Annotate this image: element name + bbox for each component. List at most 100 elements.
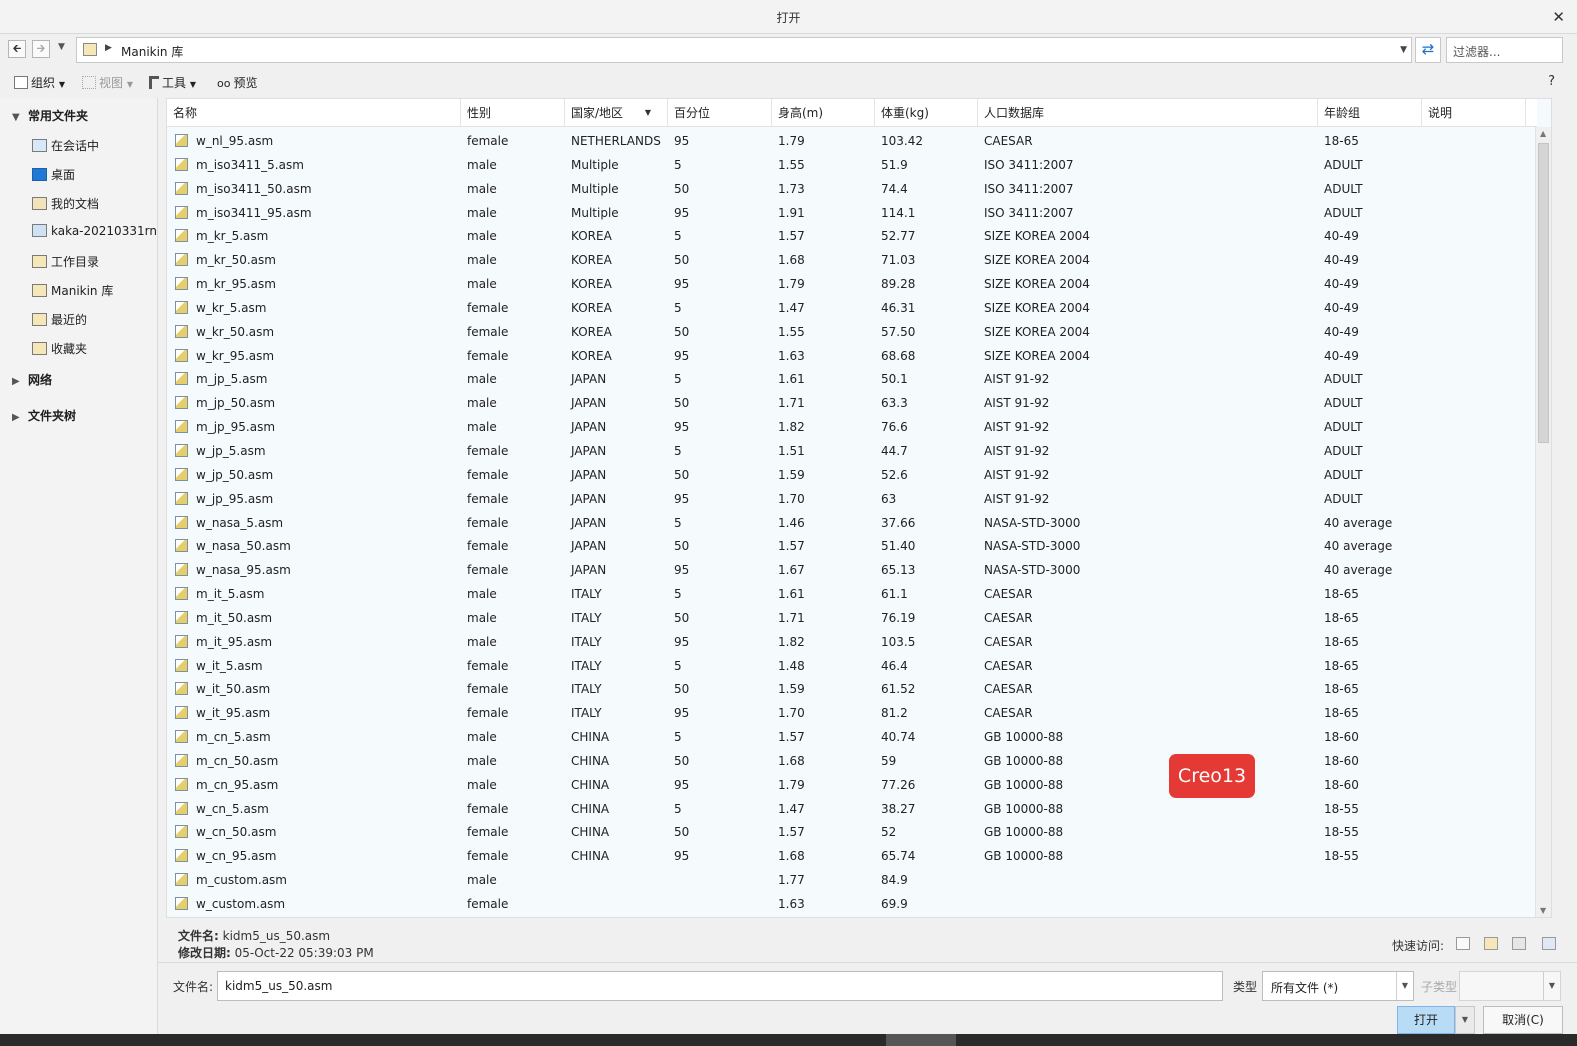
subtype-select[interactable]: ▼: [1459, 971, 1561, 1001]
sidebar-item-recent[interactable]: 最近的: [32, 311, 87, 331]
column-header-height[interactable]: 身高(m): [772, 99, 875, 127]
sidebar-item-computer[interactable]: kaka-20210331rn: [32, 224, 157, 244]
table-row[interactable]: m_it_95.asm male ITALY 95 1.82 103.5 CAESAR 18-…: [167, 631, 1537, 655]
table-row[interactable]: w_jp_50.asm female JAPAN 50 1.59 52.6 AIST 91-…: [167, 464, 1537, 488]
table-row[interactable]: w_kr_5.asm female KOREA 5 1.47 46.31 SIZE KORE…: [167, 297, 1537, 321]
column-header-description[interactable]: 说明: [1422, 99, 1526, 127]
refresh-icon[interactable]: ⇄: [1415, 37, 1441, 63]
table-row[interactable]: m_kr_95.asm male KOREA 95 1.79 89.28 SIZE KORE…: [167, 273, 1537, 297]
table-row[interactable]: w_jp_95.asm female JAPAN 95 1.70 63 AIST 91-92…: [167, 488, 1537, 512]
table-row[interactable]: w_nl_95.asm female NETHERLANDS 95 1.79 103.42…: [167, 130, 1537, 154]
cell-text: w_it_50.asm: [196, 682, 271, 697]
table-row[interactable]: m_iso3411_50.asm male Multiple 50 1.73 74.4 IS…: [167, 178, 1537, 202]
quick-access-image-icon[interactable]: [1512, 937, 1526, 950]
table-row[interactable]: w_nasa_50.asm female JAPAN 50 1.57 51.40 NASA-…: [167, 535, 1537, 559]
organize-button[interactable]: 组织 ▼: [14, 74, 65, 91]
cell-country: Multiple: [565, 154, 668, 178]
column-header-percentile[interactable]: 百分位: [668, 99, 772, 127]
table-row[interactable]: w_jp_5.asm female JAPAN 5 1.51 44.7 AIST 91-92…: [167, 440, 1537, 464]
open-options-dropdown-icon[interactable]: ▼: [1455, 1006, 1475, 1034]
table-row[interactable]: m_it_50.asm male ITALY 50 1.71 76.19 CAESAR 18-…: [167, 607, 1537, 631]
column-header-population-db[interactable]: 人口数据库: [978, 99, 1318, 127]
column-header-name[interactable]: 名称: [167, 99, 461, 127]
column-header-age-group[interactable]: 年龄组: [1318, 99, 1422, 127]
view-button[interactable]: 视图 ▼: [82, 74, 133, 91]
table-row[interactable]: w_nasa_95.asm female JAPAN 95 1.67 65.13 NASA-…: [167, 559, 1537, 583]
table-row[interactable]: m_custom.asm male 1.77 84.9: [167, 869, 1537, 893]
cell-population-db: ISO 3411:2007: [978, 178, 1318, 202]
scroll-down-icon[interactable]: ▼: [1540, 906, 1546, 915]
sidebar-item-working-dir[interactable]: 工作目录: [32, 253, 99, 273]
breadcrumb-separator-icon[interactable]: ▶: [105, 43, 112, 53]
breadcrumb-current[interactable]: Manikin 库: [121, 43, 183, 60]
file-type-select[interactable]: 所有文件 (*) ▼: [1262, 971, 1414, 1001]
forward-arrow-icon[interactable]: 🡲: [32, 40, 50, 58]
file-name-input[interactable]: kidm5_us_50.asm: [217, 971, 1223, 1001]
history-dropdown-icon[interactable]: ▼: [58, 42, 65, 52]
table-row[interactable]: w_it_5.asm female ITALY 5 1.48 46.4 CAESAR 18-6…: [167, 655, 1537, 679]
sidebar-item-desktop[interactable]: 桌面: [32, 166, 75, 186]
address-dropdown-icon[interactable]: ▼: [1400, 45, 1407, 55]
cancel-button[interactable]: 取消(C): [1483, 1006, 1563, 1034]
collapse-arrow-icon[interactable]: ▶: [12, 376, 28, 387]
table-row[interactable]: m_jp_5.asm male JAPAN 5 1.61 50.1 AIST 91-92 AD…: [167, 368, 1537, 392]
chevron-down-icon[interactable]: ▼: [1396, 972, 1413, 1000]
table-row[interactable]: m_kr_5.asm male KOREA 5 1.57 52.77 SIZE KOREA …: [167, 225, 1537, 249]
column-header-weight[interactable]: 体重(kg): [875, 99, 978, 127]
address-bar[interactable]: ▶ Manikin 库 ▼: [76, 37, 1412, 63]
table-row[interactable]: m_jp_95.asm male JAPAN 95 1.82 76.6 AIST 91-92…: [167, 416, 1537, 440]
scroll-up-icon[interactable]: ▲: [1540, 129, 1546, 138]
table-row[interactable]: w_it_50.asm female ITALY 50 1.59 61.52 CAESAR 1…: [167, 678, 1537, 702]
table-row[interactable]: w_cn_5.asm female CHINA 5 1.47 38.27 GB 10000-…: [167, 798, 1537, 822]
column-header-gender[interactable]: 性别: [461, 99, 565, 127]
sidebar-item-favorites[interactable]: 收藏夹: [32, 340, 87, 360]
table-row[interactable]: m_cn_5.asm male CHINA 5 1.57 40.74 GB 10000-88…: [167, 726, 1537, 750]
scrollbar-thumb[interactable]: [1538, 143, 1549, 443]
sidebar-group-favorites[interactable]: ▼ 常用文件夹: [12, 107, 88, 127]
sidebar-item-in-session[interactable]: 在会话中: [32, 137, 99, 157]
sidebar-group-label: 常用文件夹: [28, 109, 89, 123]
table-row[interactable]: w_it_95.asm female ITALY 95 1.70 81.2 CAESAR 18…: [167, 702, 1537, 726]
tools-button[interactable]: 工具 ▼: [149, 74, 196, 91]
quick-access-folder-icon[interactable]: [1484, 937, 1498, 950]
sort-descending-icon[interactable]: ▼: [645, 99, 651, 127]
sidebar-item-documents[interactable]: 我的文档: [32, 195, 99, 215]
close-icon[interactable]: ✕: [1552, 8, 1565, 26]
table-row[interactable]: w_kr_95.asm female KOREA 95 1.63 68.68 SIZE KO…: [167, 345, 1537, 369]
column-header-country[interactable]: 国家/地区 ▼: [565, 99, 668, 127]
table-row[interactable]: m_cn_95.asm male CHINA 95 1.79 77.26 GB 10000-…: [167, 774, 1537, 798]
table-row[interactable]: w_cn_50.asm female CHINA 50 1.57 52 GB 10000-8…: [167, 821, 1537, 845]
table-row[interactable]: w_cn_95.asm female CHINA 95 1.68 65.74 GB 1000…: [167, 845, 1537, 869]
help-icon[interactable]: ?: [1548, 74, 1555, 89]
quick-access-tree-icon[interactable]: [1542, 937, 1556, 950]
cell-text: CHINA: [571, 753, 610, 768]
table-row[interactable]: m_it_5.asm male ITALY 5 1.61 61.1 CAESAR 18-65: [167, 583, 1537, 607]
quick-access-blank-icon[interactable]: [1456, 937, 1470, 950]
sidebar-group-network[interactable]: ▶ 网络: [12, 371, 52, 391]
table-row[interactable]: m_kr_50.asm male KOREA 50 1.68 71.03 SIZE KORE…: [167, 249, 1537, 273]
back-arrow-icon[interactable]: 🡰: [8, 40, 26, 58]
table-row[interactable]: m_jp_50.asm male JAPAN 50 1.71 63.3 AIST 91-92…: [167, 392, 1537, 416]
cell-text: 1.70: [778, 706, 805, 721]
table-row[interactable]: w_custom.asm female 1.63 69.9: [167, 893, 1537, 917]
sidebar-item-manikin-library[interactable]: Manikin 库: [32, 282, 113, 302]
filter-input[interactable]: 过滤器...: [1446, 37, 1563, 63]
preview-button[interactable]: oo 预览: [217, 74, 257, 91]
vertical-scrollbar[interactable]: ▲ ▼: [1535, 127, 1551, 917]
cell-percentile: 5: [668, 512, 772, 536]
table-row[interactable]: m_iso3411_5.asm male Multiple 5 1.55 51.9 ISO …: [167, 154, 1537, 178]
cell-gender: female: [461, 512, 565, 536]
collapse-arrow-icon[interactable]: ▶: [12, 412, 28, 423]
open-button[interactable]: 打开: [1397, 1006, 1455, 1034]
cell-text: GB 10000-88: [984, 801, 1064, 816]
table-row[interactable]: m_cn_50.asm male CHINA 50 1.68 59 GB 10000-88 1…: [167, 750, 1537, 774]
cell-weight: 114.1: [875, 202, 978, 226]
chevron-down-icon[interactable]: ▼: [1543, 972, 1560, 1000]
cell-weight: 50.1: [875, 368, 978, 392]
table-row[interactable]: m_iso3411_95.asm male Multiple 95 1.91 114.1 I…: [167, 202, 1537, 226]
sidebar-group-folder-tree[interactable]: ▶ 文件夹树: [12, 407, 76, 427]
expand-arrow-icon[interactable]: ▼: [12, 112, 28, 123]
table-row[interactable]: w_nasa_5.asm female JAPAN 5 1.46 37.66 NASA-ST…: [167, 512, 1537, 536]
cell-text: ADULT: [1324, 443, 1363, 458]
table-row[interactable]: w_kr_50.asm female KOREA 50 1.55 57.50 SIZE KO…: [167, 321, 1537, 345]
